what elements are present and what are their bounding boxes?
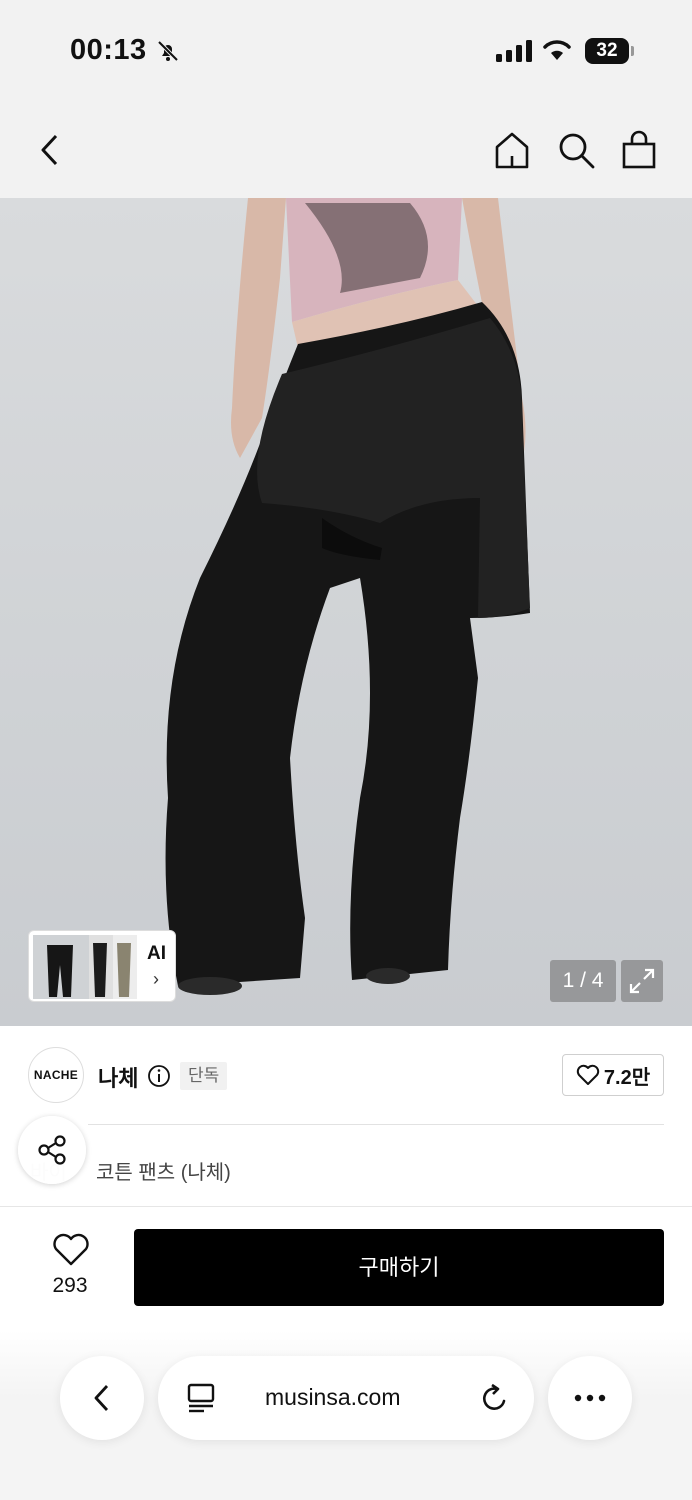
shopping-bag-icon[interactable]: [620, 130, 658, 170]
product-image[interactable]: [0, 198, 692, 1026]
share-icon: [38, 1135, 66, 1165]
battery-indicator: 32: [585, 38, 629, 64]
home-icon[interactable]: [492, 130, 532, 170]
browser-more-button[interactable]: [548, 1356, 632, 1440]
exclusive-badge: 단독: [180, 1062, 228, 1090]
expand-icon: [629, 968, 655, 994]
image-page-counter: 1 / 4: [550, 960, 616, 1002]
status-bar: 00:13 32: [0, 0, 692, 100]
wifi-icon: [543, 40, 571, 60]
browser-back-button[interactable]: [60, 1356, 144, 1440]
reader-icon[interactable]: [186, 1382, 216, 1414]
ai-label: AI: [147, 943, 166, 964]
battery-tip: [631, 46, 634, 56]
brand-name[interactable]: 나체: [98, 1061, 138, 1093]
product-title: 코튼 팬츠 (나체): [96, 1162, 231, 1184]
expand-button[interactable]: [621, 960, 663, 1002]
wishlist-count: 293: [52, 1274, 88, 1297]
thumbnail-preview: [33, 935, 137, 999]
ai-recommend-thumbnail[interactable]: AI ›: [28, 930, 176, 1002]
wishlist-heart-icon[interactable]: [52, 1232, 90, 1268]
chevron-left-icon[interactable]: [36, 130, 64, 170]
bell-off-icon: [157, 40, 179, 62]
info-icon[interactable]: [147, 1064, 171, 1088]
reload-icon[interactable]: [480, 1382, 510, 1414]
status-time: 00:13: [70, 34, 147, 66]
heart-icon: [576, 1064, 600, 1085]
url-text[interactable]: musinsa.com: [265, 1384, 400, 1411]
brand-like-count: 7.2만: [603, 1066, 651, 1089]
search-icon[interactable]: [556, 130, 596, 170]
share-button[interactable]: [18, 1116, 86, 1184]
chevron-right-icon: ›: [153, 969, 159, 989]
brand-like-button[interactable]: 7.2만: [562, 1054, 664, 1096]
brand-logo[interactable]: NACHE: [28, 1047, 84, 1103]
chevron-left-icon: [94, 1385, 109, 1411]
product-photo: [165, 198, 531, 995]
divider: [88, 1124, 664, 1125]
buy-button[interactable]: 구매하기: [134, 1229, 664, 1306]
more-icon: [574, 1394, 606, 1402]
cellular-signal-icon: [496, 40, 532, 62]
